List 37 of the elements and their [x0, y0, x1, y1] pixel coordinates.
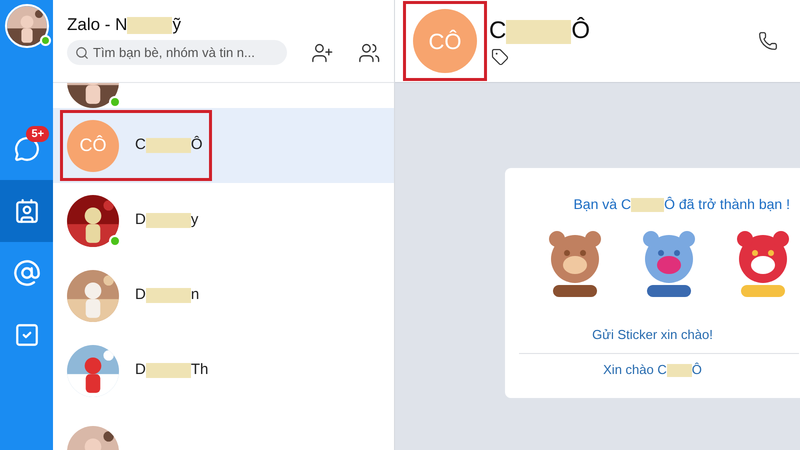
contact-name: D [135, 211, 146, 228]
contact-row[interactable]: CÔ C Ô [53, 108, 394, 183]
checkbox-icon [14, 322, 40, 348]
contact-row[interactable]: D y [53, 183, 394, 258]
contact-row[interactable]: D n [53, 258, 394, 333]
redaction-mark [666, 364, 692, 377]
at-sign-icon [12, 259, 40, 287]
app-title: Zalo - N ỹ [67, 14, 182, 36]
contact-name: Ô [190, 136, 203, 154]
contact-name: D [135, 286, 146, 304]
redaction-mark [146, 212, 191, 228]
contact-name: n [190, 286, 200, 304]
redaction-mark [146, 362, 191, 378]
contact-avatar: CÔ [67, 120, 119, 172]
redaction-mark [506, 20, 572, 44]
redaction-mark [146, 138, 191, 153]
search-field[interactable]: Tìm bạn bè, nhóm và tin n... [67, 40, 288, 65]
friend-message: Bạn và C Ô đã trở thành bạn ! [573, 195, 791, 214]
contact-name: C [135, 136, 146, 154]
unread-badge: 5+ [26, 126, 49, 142]
contact-row[interactable]: D Th [53, 333, 394, 408]
phone-icon[interactable] [758, 31, 778, 51]
chat-bubble-icon [14, 136, 40, 162]
chat-avatar: CÔ [413, 9, 477, 73]
redaction-mark [146, 288, 191, 303]
contact-card-icon [14, 198, 40, 224]
contact-name: Th [190, 361, 208, 378]
search-icon [75, 46, 89, 60]
chat-name: Ô [571, 17, 590, 44]
redaction-mark [631, 198, 664, 212]
send-sticker-link[interactable]: Gửi Sticker xin chào! [592, 325, 713, 344]
contact-name: D [135, 361, 146, 378]
rail-tab[interactable]: 5+ [0, 118, 53, 180]
redaction-mark [127, 17, 172, 34]
contact-name: y [190, 211, 198, 228]
chat-name: C [489, 17, 506, 44]
tag-icon[interactable] [491, 48, 509, 66]
